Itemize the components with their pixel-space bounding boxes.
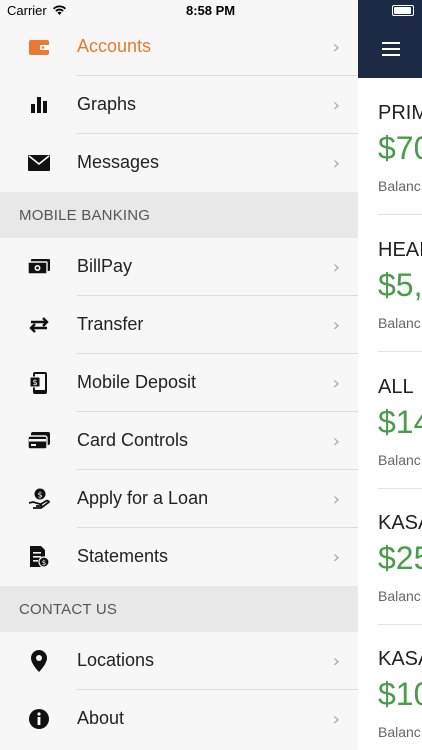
menu-item-accounts[interactable]: Accounts ›: [0, 18, 358, 76]
menu-item-label: Accounts: [77, 36, 152, 56]
menu-item-transfer[interactable]: Transfer ›: [0, 296, 358, 354]
nav-bar: [358, 0, 422, 78]
account-name: PRIM: [378, 102, 422, 124]
account-name: KASA: [378, 512, 422, 534]
menu-item-messages[interactable]: Messages ›: [0, 134, 358, 192]
account-name: ALL: [378, 376, 414, 398]
account-amount: $14: [378, 404, 422, 440]
account-name: KASA: [378, 648, 422, 670]
chevron-right-icon: ›: [332, 651, 340, 672]
chevron-right-icon: ›: [332, 431, 340, 452]
account-amount: $5,: [378, 267, 422, 303]
menu-list: Accounts › Graphs › Messages › MOBILE BA…: [0, 18, 358, 748]
menu-item-locations[interactable]: Locations ›: [0, 632, 358, 690]
chevron-right-icon: ›: [332, 95, 340, 116]
menu-item-label: Locations: [77, 650, 155, 670]
clock: 8:58 PM: [186, 3, 236, 18]
menu-item-billpay[interactable]: BillPay ›: [0, 238, 358, 296]
account-balance-label: Balanc: [378, 178, 421, 194]
account-balance-label: Balanc: [378, 724, 421, 740]
bill-icon: [27, 255, 51, 279]
side-menu: Accounts › Graphs › Messages › MOBILE BA…: [0, 0, 358, 750]
account-card[interactable]: KASA $25 Balanc: [378, 512, 422, 642]
battery-icon: [392, 5, 414, 16]
account-card[interactable]: ALL $14 Balanc: [378, 376, 422, 506]
chevron-right-icon: ›: [332, 153, 340, 174]
chevron-right-icon: ›: [332, 373, 340, 394]
wallet-icon: [27, 35, 51, 59]
menu-item-label: Transfer: [77, 314, 144, 334]
divider: [378, 488, 422, 489]
bar-chart-icon: [27, 93, 51, 117]
menu-item-graphs[interactable]: Graphs ›: [0, 76, 358, 134]
menu-item-label: Statements: [77, 546, 169, 566]
divider: [378, 624, 422, 625]
divider: [378, 214, 422, 215]
section-header-mobile-banking: MOBILE BANKING: [0, 192, 358, 238]
divider: [378, 351, 422, 352]
account-name: HEAI: [378, 239, 422, 261]
account-card[interactable]: HEAI $5, Balanc: [378, 239, 422, 369]
statement-icon: $: [27, 545, 51, 569]
svg-text:$: $: [32, 378, 37, 387]
menu-item-label: Graphs: [77, 94, 137, 114]
account-card[interactable]: PRIM $70 Balanc: [378, 102, 422, 232]
account-balance-label: Balanc: [378, 588, 421, 604]
envelope-icon: [27, 151, 51, 175]
svg-text:$: $: [37, 491, 42, 500]
section-title: MOBILE BANKING: [19, 207, 151, 224]
menu-item-card-controls[interactable]: Card Controls ›: [0, 412, 358, 470]
account-amount: $10: [378, 676, 422, 712]
credit-card-icon: [27, 429, 51, 453]
menu-item-statements[interactable]: $ Statements ›: [0, 528, 358, 586]
menu-item-label: BillPay: [77, 256, 133, 276]
chevron-right-icon: ›: [332, 489, 340, 510]
section-header-contact-us: CONTACT US: [0, 586, 358, 632]
transfer-arrows-icon: [27, 313, 51, 337]
chevron-right-icon: ›: [332, 547, 340, 568]
menu-item-label: Mobile Deposit: [77, 372, 197, 392]
loan-hand-icon: $: [27, 487, 51, 511]
svg-text:$: $: [42, 559, 46, 567]
menu-item-mobile-deposit[interactable]: $ Mobile Deposit ›: [0, 354, 358, 412]
menu-item-about[interactable]: About ›: [0, 690, 358, 748]
info-icon: [27, 707, 51, 731]
wifi-icon: [52, 4, 67, 19]
menu-item-label: Apply for a Loan: [77, 488, 209, 508]
menu-item-label: About: [77, 708, 125, 728]
section-title: CONTACT US: [19, 601, 118, 618]
menu-item-label: Card Controls: [77, 430, 189, 450]
chevron-right-icon: ›: [332, 709, 340, 730]
location-pin-icon: [27, 649, 51, 673]
menu-item-label: Messages: [77, 152, 160, 172]
status-bar: Carrier 8:58 PM: [0, 0, 358, 22]
account-balance-label: Balanc: [378, 452, 421, 468]
menu-item-apply-for-loan[interactable]: $ Apply for a Loan ›: [0, 470, 358, 528]
hamburger-menu-icon[interactable]: [382, 42, 400, 56]
mobile-deposit-icon: $: [27, 371, 51, 395]
account-amount: $70: [378, 130, 422, 166]
chevron-right-icon: ›: [332, 37, 340, 58]
carrier-label: Carrier: [7, 3, 47, 18]
chevron-right-icon: ›: [332, 315, 340, 336]
account-card[interactable]: KASA $10 Balanc: [378, 648, 422, 750]
account-amount: $25: [378, 540, 422, 576]
account-balance-label: Balanc: [378, 315, 421, 331]
accounts-panel: PRIM $70 Balanc HEAI $5, Balanc ALL $14 …: [358, 0, 422, 750]
chevron-right-icon: ›: [332, 257, 340, 278]
